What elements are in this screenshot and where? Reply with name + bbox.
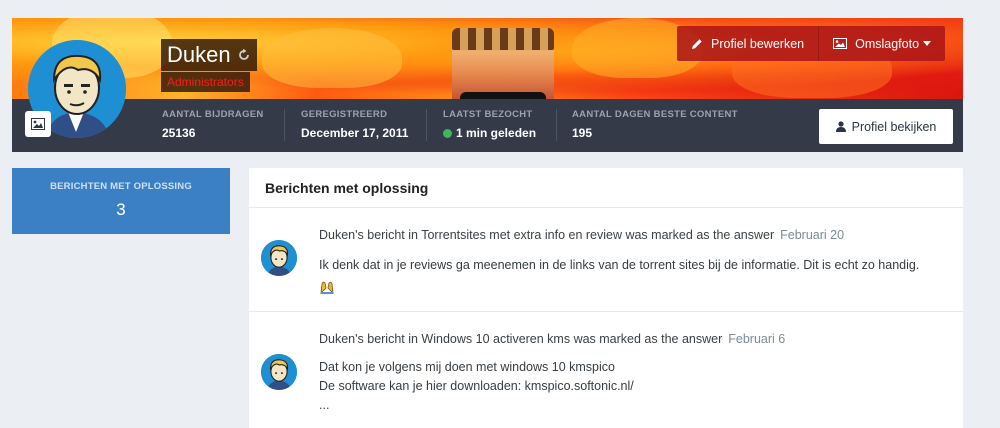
item-date: Februari 20: [780, 228, 845, 242]
cover-photo-label: Omslagfoto: [855, 36, 920, 51]
profile-name-box: Duken: [161, 39, 257, 71]
pencil-icon: [691, 38, 703, 50]
image-icon: [31, 118, 45, 130]
stat-value: December 17, 2011: [301, 126, 409, 140]
online-status-icon: [443, 128, 452, 138]
item-body-line: Dat kon je volgens mij doen met windows …: [319, 360, 615, 374]
edit-profile-label: Profiel bewerken: [711, 36, 805, 51]
item-body-line: Ik denk dat in je reviews ga meenemen in…: [319, 258, 920, 272]
stat-last-visited: LAATST BEZOCHT 1 min geleden: [443, 109, 536, 140]
stat-label: AANTAL DAGEN BESTE CONTENT: [572, 109, 738, 120]
profile-group: Administrators: [167, 75, 244, 89]
solutions-panel: Berichten met oplossing Duken's bericht …: [249, 168, 963, 428]
stat-divider: [426, 109, 427, 141]
stat-best-content: AANTAL DAGEN BESTE CONTENT 195: [572, 109, 738, 140]
stat-label: GEREGISTREERD: [301, 109, 388, 120]
item-heading-text[interactable]: Duken's bericht in Windows 10 activeren …: [319, 332, 722, 346]
caret-down-icon: [923, 41, 932, 46]
list-item: Duken's bericht in Torrentsites met extr…: [249, 208, 963, 312]
solutions-counter-label: BERICHTEN MET OPLOSSING: [50, 181, 192, 192]
stat-registered: GEREGISTREERD December 17, 2011: [301, 109, 408, 140]
stat-value: 1 min geleden: [456, 126, 537, 140]
solutions-counter-value: 3: [116, 200, 126, 219]
profile-group-box: Administrators: [161, 72, 250, 92]
user-icon: [835, 121, 846, 132]
panel-title: Berichten met oplossing: [249, 168, 963, 208]
item-body-line: ...: [319, 398, 330, 412]
stat-label: AANTAL BIJDRAGEN: [162, 109, 264, 120]
item-date: Februari 6: [728, 332, 786, 346]
solutions-counter[interactable]: BERICHTEN MET OPLOSSING 3: [12, 168, 230, 234]
item-body: Ik denk dat in je reviews ga meenemen in…: [319, 256, 947, 301]
list-item: Duken's bericht in Windows 10 activeren …: [249, 312, 963, 428]
stat-label: LAATST BEZOCHT: [443, 109, 533, 120]
profile-name: Duken: [167, 42, 231, 67]
stat-value: 25136: [162, 126, 196, 140]
refresh-icon[interactable]: [237, 48, 251, 62]
item-body-line: De software kan je hier downloaden: kmsp…: [319, 379, 634, 393]
edit-profile-button[interactable]: Profiel bewerken: [677, 26, 818, 61]
praise-emoji-icon: [319, 279, 335, 295]
stat-divider: [284, 109, 285, 141]
item-heading[interactable]: Duken's bericht in Windows 10 activeren …: [319, 332, 947, 346]
change-photo-button[interactable]: [25, 111, 51, 137]
stat-posts: AANTAL BIJDRAGEN 25136: [162, 109, 264, 140]
cover-actions: Profiel bewerken Omslagfoto: [677, 26, 946, 61]
avatar[interactable]: [261, 240, 297, 276]
item-body: Dat kon je volgens mij doen met windows …: [319, 358, 947, 415]
item-heading[interactable]: Duken's bericht in Torrentsites met extr…: [319, 228, 947, 242]
stat-divider: [556, 109, 557, 141]
stat-value-wrap: 1 min geleden: [443, 126, 536, 140]
stat-value: 195: [572, 126, 593, 140]
view-profile-label: Profiel bekijken: [851, 119, 937, 134]
view-profile-button[interactable]: Profiel bekijken: [819, 109, 953, 144]
photo-icon: [833, 38, 848, 49]
item-heading-text[interactable]: Duken's bericht in Torrentsites met extr…: [319, 228, 774, 242]
cover-photo-button[interactable]: Omslagfoto: [818, 26, 945, 61]
avatar[interactable]: [261, 354, 297, 390]
